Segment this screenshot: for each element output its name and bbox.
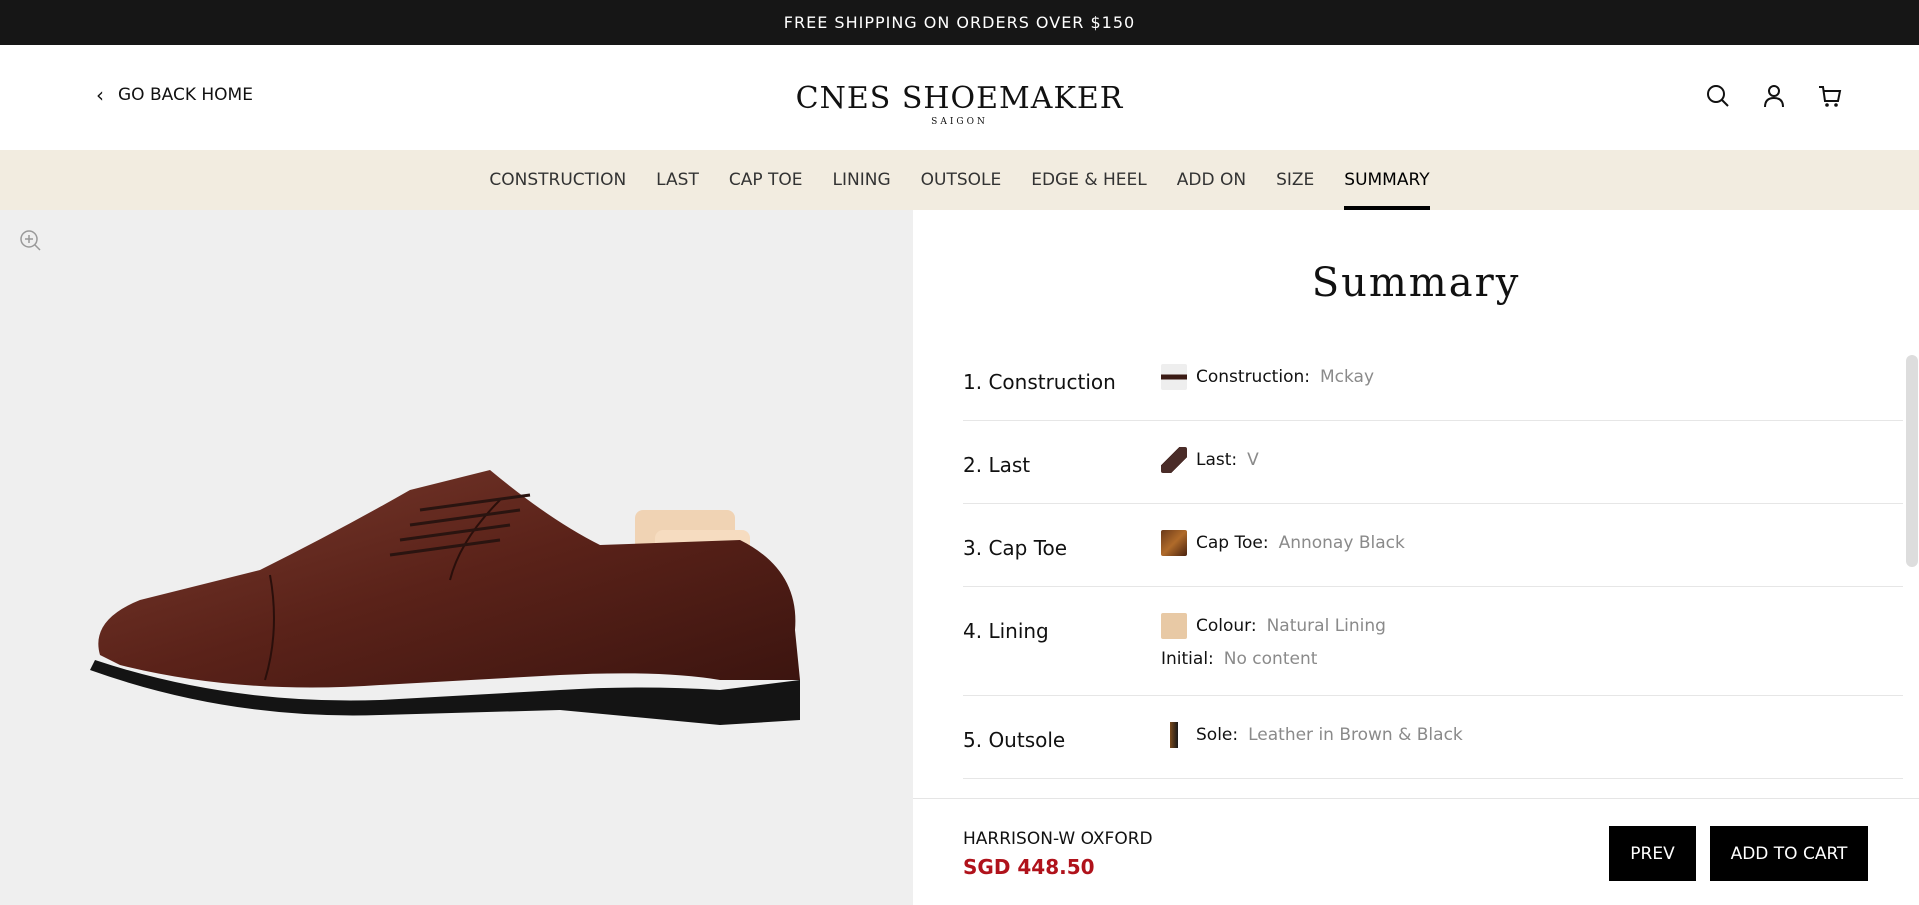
product-name: HARRISON-W OXFORD [963, 829, 1153, 849]
option-value: Leather in Brown & Black [1248, 725, 1463, 745]
logo-brand: CNES SHOEMAKER [795, 81, 1124, 116]
section-label: 2. Last [963, 453, 1031, 477]
tab-cap-toe[interactable]: CAP TOE [729, 150, 803, 210]
summary-scrollbar[interactable] [1906, 355, 1918, 567]
option-key: Sole: [1196, 725, 1239, 745]
option-key: Initial: [1161, 649, 1214, 669]
summary-row-cap-toe: 3. Cap Toe Cap Toe: Annonay Black [963, 504, 1903, 587]
announcement-bar: FREE SHIPPING ON ORDERS OVER $150 [0, 0, 1919, 45]
option-key: Last: [1196, 450, 1238, 470]
tab-edge-heel[interactable]: EDGE & HEEL [1031, 150, 1147, 210]
search-icon[interactable] [1705, 83, 1731, 109]
account-icon[interactable] [1761, 83, 1787, 109]
cap-toe-swatch-icon [1161, 530, 1187, 556]
shoe-image [90, 470, 801, 725]
option-value: Natural Lining [1266, 616, 1386, 636]
sole-swatch-icon [1161, 722, 1187, 748]
section-label: 5. Outsole [963, 728, 1066, 752]
logo[interactable]: CNES SHOEMAKER SAIGON [0, 81, 1919, 127]
option-value: Mckay [1319, 367, 1375, 387]
summary-row-construction: 1. Construction Construction: Mckay [963, 338, 1903, 421]
tab-size[interactable]: SIZE [1276, 150, 1314, 210]
option-key: Colour: [1196, 616, 1257, 636]
option-key: Cap Toe: [1196, 533, 1269, 553]
section-label: 4. Lining [963, 619, 1049, 643]
summary-row-outsole: 5. Outsole Sole: Leather in Brown & Blac… [963, 696, 1903, 779]
option-value: V [1247, 450, 1259, 470]
cart-icon[interactable] [1817, 83, 1843, 109]
option-key: Construction: [1196, 367, 1310, 387]
summary-title: Summary [1311, 260, 1521, 306]
tab-lining[interactable]: LINING [833, 150, 891, 210]
tab-add-on[interactable]: ADD ON [1177, 150, 1246, 210]
construction-thumbnail-icon [1161, 364, 1187, 390]
option-value: No content [1223, 649, 1318, 669]
product-price: SGD 448.50 [963, 855, 1095, 879]
logo-subtitle: SAIGON [931, 117, 988, 127]
last-thumbnail-icon [1161, 447, 1187, 473]
tab-construction[interactable]: CONSTRUCTION [489, 150, 626, 210]
add-to-cart-button[interactable]: ADD TO CART [1710, 826, 1868, 881]
prev-button[interactable]: PREV [1609, 826, 1696, 881]
summary-list: 1. Construction Construction: Mckay 2. L… [963, 338, 1903, 779]
option-value: Annonay Black [1278, 533, 1405, 553]
tab-summary[interactable]: SUMMARY [1344, 150, 1430, 210]
lining-swatch-icon [1161, 613, 1187, 639]
tab-last[interactable]: LAST [656, 150, 699, 210]
section-label: 1. Construction [963, 370, 1116, 394]
summary-row-last: 2. Last Last: V [963, 421, 1903, 504]
step-tabs: CONSTRUCTION LAST CAP TOE LINING OUTSOLE… [0, 150, 1919, 210]
announcement-text: FREE SHIPPING ON ORDERS OVER $150 [783, 13, 1136, 32]
site-header: ‹ GO BACK HOME CNES SHOEMAKER SAIGON [0, 45, 1919, 150]
zoom-in-icon[interactable] [18, 228, 42, 252]
product-image-panel [0, 210, 913, 905]
section-label: 3. Cap Toe [963, 536, 1068, 560]
tab-outsole[interactable]: OUTSOLE [921, 150, 1002, 210]
summary-row-lining: 4. Lining Colour: Natural Lining Initial… [963, 587, 1903, 696]
product-footer: HARRISON-W OXFORD SGD 448.50 PREV ADD TO… [913, 798, 1919, 905]
